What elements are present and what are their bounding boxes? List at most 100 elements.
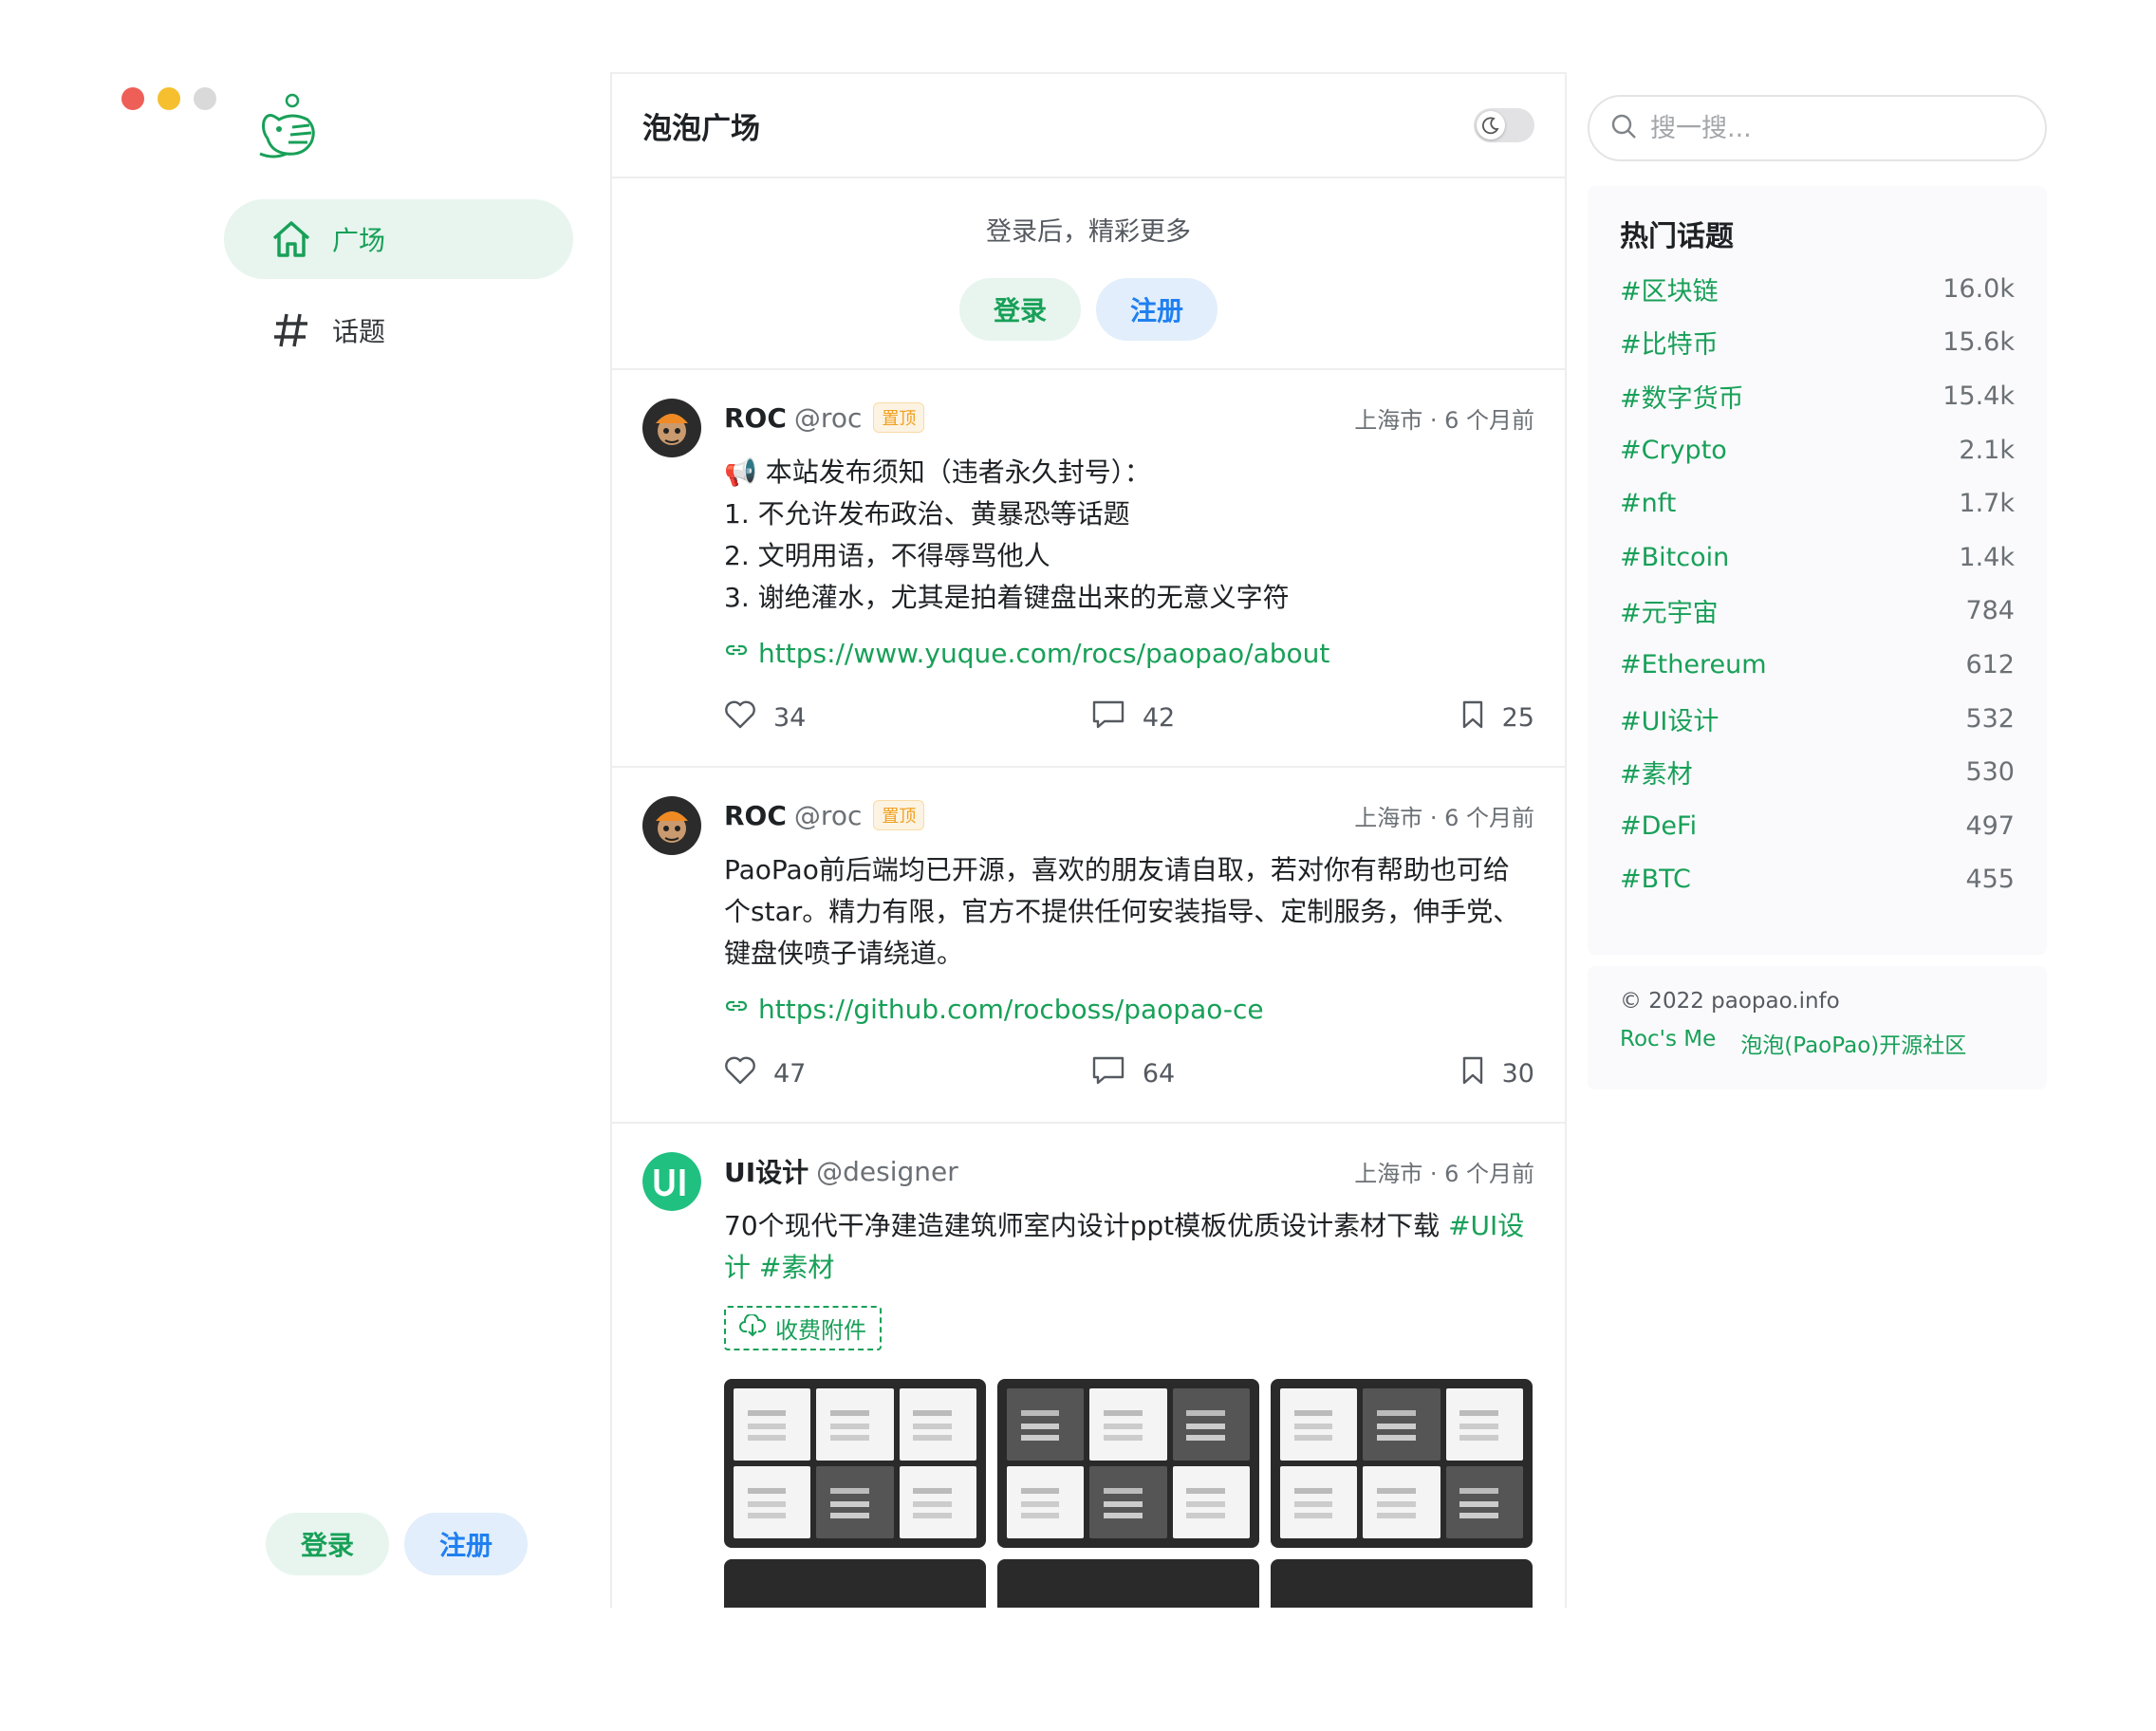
topic-name[interactable]: #数字货币: [1620, 378, 1744, 415]
post-link[interactable]: https://www.yuque.com/rocs/paopao/about: [724, 638, 1534, 669]
maximize-window-dot[interactable]: [194, 87, 216, 110]
comment-count: 64: [1142, 1058, 1176, 1089]
hashtag-link[interactable]: #素材: [759, 1252, 834, 1283]
topic-name[interactable]: #素材: [1620, 754, 1693, 791]
topic-name[interactable]: #UI设计: [1620, 700, 1719, 737]
hot-topic-item[interactable]: #DeFi 497: [1620, 799, 2015, 853]
sidebar-item-label: 广场: [332, 225, 386, 256]
post-actions: 47 64 30: [724, 1025, 1534, 1122]
post-card[interactable]: ROC @roc 置顶 上海市 · 6 个月前 PaoPao前后端均已开源，喜欢…: [612, 768, 1565, 1124]
sidebar-register-button[interactable]: 注册: [404, 1513, 528, 1575]
hashtag-link[interactable]: #UI设: [1448, 1210, 1524, 1241]
gallery-image[interactable]: [724, 1559, 986, 1608]
avatar[interactable]: [642, 796, 701, 855]
author-name[interactable]: ROC: [724, 402, 787, 434]
register-button[interactable]: 注册: [1096, 278, 1217, 341]
hot-topic-item[interactable]: #UI设计 532: [1620, 692, 2015, 746]
minimize-window-dot[interactable]: [158, 87, 180, 110]
login-hint-text: 登录后，精彩更多: [986, 217, 1191, 247]
copyright-text: © 2022 paopao.info: [1620, 989, 1840, 1014]
hot-topic-item[interactable]: #元宇宙 784: [1620, 585, 2015, 639]
sidebar-auth-buttons: 登录 注册: [266, 1513, 528, 1575]
author-handle[interactable]: @roc: [794, 800, 862, 831]
hot-topic-item[interactable]: #Ethereum 612: [1620, 638, 2015, 692]
gallery-image[interactable]: [997, 1379, 1259, 1548]
post-link[interactable]: https://github.com/rocboss/paopao-ce: [724, 994, 1534, 1025]
hot-topic-item[interactable]: #数字货币 15.4k: [1620, 369, 2015, 423]
comment-count: 42: [1142, 702, 1176, 733]
topic-name[interactable]: #Crypto: [1620, 436, 1727, 465]
search-input[interactable]: [1650, 113, 2011, 143]
hot-topic-item[interactable]: #BTC 455: [1620, 853, 2015, 907]
sidebar-item-topics[interactable]: 话题: [224, 290, 573, 370]
gallery-image[interactable]: [1271, 1559, 1533, 1608]
image-gallery: [724, 1379, 1534, 1608]
topic-name[interactable]: #DeFi: [1620, 811, 1697, 841]
post-content[interactable]: PaoPao前后端均已开源，喜欢的朋友请自取，若对你有帮助也可给 个star。精…: [724, 849, 1534, 975]
hot-topic-item[interactable]: #nft 1.7k: [1620, 476, 2015, 530]
topic-name[interactable]: #元宇宙: [1620, 592, 1719, 629]
topic-name[interactable]: #区块链: [1620, 270, 1719, 307]
post-content[interactable]: 📢 本站发布须知（违者永久封号）： 1. 不允许发布政治、黄暴恐等话题 2. 文…: [724, 452, 1534, 619]
footer-link[interactable]: Roc's Me: [1620, 1027, 1716, 1059]
login-button[interactable]: 登录: [959, 278, 1081, 341]
hot-topic-item[interactable]: #素材 530: [1620, 745, 2015, 799]
theme-toggle[interactable]: [1474, 108, 1534, 142]
footer-card: © 2022 paopao.info Roc's Me 泡泡(PaoPao)开源…: [1588, 966, 2047, 1089]
like-count: 34: [773, 702, 807, 733]
close-window-dot[interactable]: [121, 87, 144, 110]
topic-name[interactable]: #BTC: [1620, 865, 1691, 894]
search-box[interactable]: [1588, 95, 2047, 161]
post-line: PaoPao前后端均已开源，喜欢的朋友请自取，若对你有帮助也可给: [724, 854, 1510, 885]
post-card[interactable]: UI设计 @designer 上海市 · 6 个月前 70个现代干净建造建筑师室…: [612, 1124, 1565, 1608]
paopao-logo-icon[interactable]: [254, 93, 321, 161]
like-button[interactable]: 47: [724, 1055, 806, 1092]
gallery-image[interactable]: [997, 1559, 1259, 1608]
topic-name[interactable]: #nft: [1620, 489, 1676, 518]
post-actions: 34 42 25: [724, 669, 1534, 766]
hot-topic-item[interactable]: #区块链 16.0k: [1620, 262, 2015, 316]
link-icon: [724, 994, 749, 1025]
paid-attachment-button[interactable]: 收费附件: [724, 1306, 882, 1350]
post-line: 个star。精力有限，官方不提供任何安装指导、定制服务，伸手党、: [724, 896, 1520, 927]
topic-count: 15.4k: [1942, 381, 2015, 411]
collect-count: 25: [1501, 702, 1534, 733]
post-line: 📢 本站发布须知（违者永久封号）：: [724, 456, 1151, 488]
main-feed: 泡泡广场 登录后，精彩更多 登录 注册 ROC @roc 置顶 上海市 · 6 …: [610, 72, 1567, 1608]
collect-count: 30: [1501, 1058, 1534, 1089]
author-name[interactable]: ROC: [724, 800, 787, 831]
topic-count: 784: [1965, 596, 2015, 626]
sidebar-login-button[interactable]: 登录: [266, 1513, 389, 1575]
topic-name[interactable]: #比特币: [1620, 324, 1719, 361]
author-name[interactable]: UI设计: [724, 1152, 808, 1190]
footer-link[interactable]: 泡泡(PaoPao)开源社区: [1740, 1027, 1966, 1059]
comment-button[interactable]: 42: [1091, 699, 1175, 736]
comment-button[interactable]: 64: [1091, 1055, 1175, 1092]
topic-count: 1.4k: [1959, 542, 2015, 572]
link-text[interactable]: https://github.com/rocboss/paopao-ce: [758, 994, 1264, 1025]
topic-name[interactable]: #Ethereum: [1620, 650, 1767, 679]
moon-icon: [1477, 111, 1505, 140]
avatar[interactable]: [642, 399, 701, 457]
post-content[interactable]: 70个现代干净建造建筑师室内设计ppt模板优质设计素材下载 #UI设 计 #素材: [724, 1205, 1534, 1289]
sidebar-item-square[interactable]: 广场: [224, 199, 573, 279]
gallery-image[interactable]: [1271, 1379, 1533, 1548]
post-card[interactable]: ROC @roc 置顶 上海市 · 6 个月前 📢 本站发布须知（违者永久封号）…: [612, 370, 1565, 768]
hot-topic-item[interactable]: #比特币 15.6k: [1620, 316, 2015, 370]
search-icon: [1610, 113, 1637, 143]
topic-count: 455: [1965, 865, 2015, 895]
author-handle[interactable]: @roc: [794, 402, 862, 434]
collect-button[interactable]: 30: [1460, 1055, 1534, 1092]
like-count: 47: [773, 1058, 807, 1089]
gallery-image[interactable]: [724, 1379, 986, 1548]
author-handle[interactable]: @designer: [816, 1156, 958, 1187]
topic-name[interactable]: #Bitcoin: [1620, 543, 1729, 572]
hot-topic-item[interactable]: #Bitcoin 1.4k: [1620, 530, 2015, 585]
hot-topic-item[interactable]: #Crypto 2.1k: [1620, 423, 2015, 477]
like-button[interactable]: 34: [724, 699, 806, 736]
avatar[interactable]: [642, 1152, 701, 1211]
collect-button[interactable]: 25: [1460, 699, 1534, 736]
link-text[interactable]: https://www.yuque.com/rocs/paopao/about: [758, 638, 1329, 669]
hashtag-link[interactable]: 计: [724, 1252, 751, 1283]
post-line: 1. 不允许发布政治、黄暴恐等话题: [724, 498, 1130, 530]
